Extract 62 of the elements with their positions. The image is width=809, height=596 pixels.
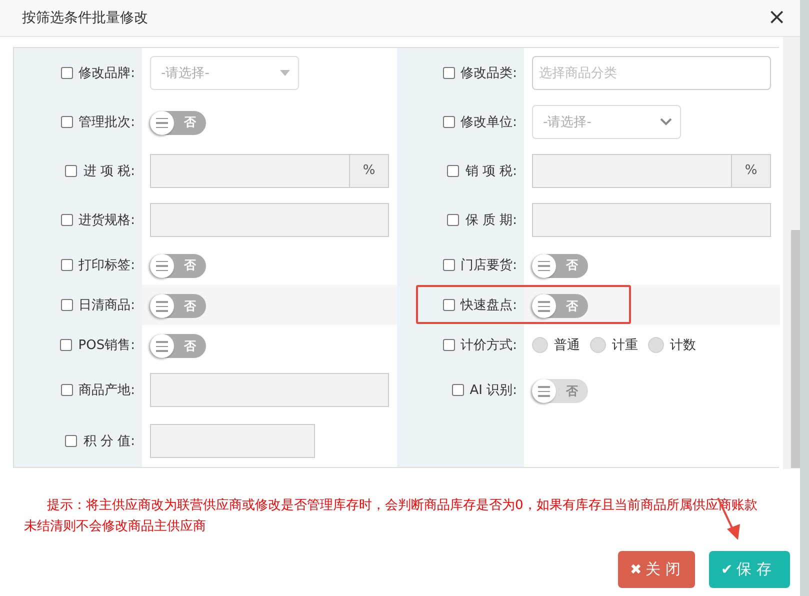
checkbox[interactable]	[65, 435, 78, 447]
checkbox[interactable]	[60, 66, 73, 78]
field-label: 门店要货:	[460, 256, 517, 274]
checkbox[interactable]	[442, 258, 455, 270]
toggle-switch[interactable]: 否	[150, 294, 206, 318]
input-field[interactable]: 选择商品分类	[532, 56, 771, 90]
checkbox[interactable]	[442, 66, 455, 78]
scrollbar[interactable]	[783, 37, 800, 469]
field-label: 修改品牌:	[78, 64, 135, 82]
checkbox[interactable]	[60, 339, 72, 351]
select-field[interactable]: -请选择-	[532, 104, 681, 138]
field-label: 积 分 值:	[83, 433, 135, 450]
checkbox[interactable]	[442, 299, 455, 311]
checkbox[interactable]	[442, 116, 455, 128]
checkbox[interactable]	[447, 214, 460, 226]
checkbox[interactable]	[60, 384, 73, 396]
toggle-switch[interactable]: 否	[150, 110, 206, 135]
button-label: 保 存	[736, 560, 772, 579]
save-button[interactable]: ✔ 保 存	[709, 551, 790, 588]
button-label: 关 闭	[646, 560, 681, 579]
field-label: 修改单位:	[460, 114, 517, 130]
check-icon: ✔	[721, 562, 733, 578]
checkbox[interactable]	[447, 164, 460, 176]
input-field[interactable]	[532, 202, 771, 236]
field-label: AI 识别:	[470, 382, 517, 399]
checkbox[interactable]	[442, 339, 455, 351]
radio-button[interactable]	[648, 337, 664, 353]
field-label: 保 质 期:	[465, 212, 517, 228]
field-label: 管理批次:	[78, 114, 135, 130]
input-field[interactable]	[150, 424, 315, 458]
toggle-switch[interactable]: 否	[532, 254, 588, 278]
radio-label: 普通	[554, 336, 580, 354]
checkbox[interactable]	[60, 116, 73, 128]
field-label: 进货规格:	[78, 212, 135, 228]
toggle-switch[interactable]: 否	[150, 254, 206, 278]
input-field[interactable]	[150, 202, 389, 236]
toggle-switch[interactable]: 否	[532, 294, 588, 318]
dialog-title: 按筛选条件批量修改	[22, 9, 148, 27]
field-label: 进 项 税:	[83, 162, 135, 180]
field-label: 修改品类:	[460, 64, 517, 82]
radio-label: 计数	[670, 337, 696, 354]
field-label: 商品产地:	[78, 382, 135, 399]
field-label: POS销售:	[78, 337, 135, 354]
close-button[interactable]: ✖ 关 闭	[618, 551, 695, 588]
checkbox[interactable]	[60, 258, 73, 270]
select-field[interactable]: -请选择-	[150, 56, 299, 90]
checkbox[interactable]	[65, 164, 78, 176]
field-label: 计价方式:	[460, 337, 517, 354]
field-label: 日清商品:	[78, 297, 135, 314]
field-label: 快速盘点:	[460, 297, 517, 314]
chevron-icon	[660, 118, 672, 126]
checkbox[interactable]	[60, 214, 73, 226]
checkbox[interactable]	[60, 299, 73, 311]
radio-label: 计重	[612, 337, 638, 354]
caret-icon	[280, 70, 290, 76]
field-label: 销 项 税:	[465, 162, 517, 180]
radio-button[interactable]	[532, 337, 548, 353]
toggle-switch[interactable]: 否	[150, 334, 206, 358]
radio-button[interactable]	[590, 337, 606, 353]
input-field[interactable]	[150, 373, 389, 407]
close-icon: ✖	[630, 562, 642, 578]
field-label: 打印标签:	[78, 256, 135, 274]
